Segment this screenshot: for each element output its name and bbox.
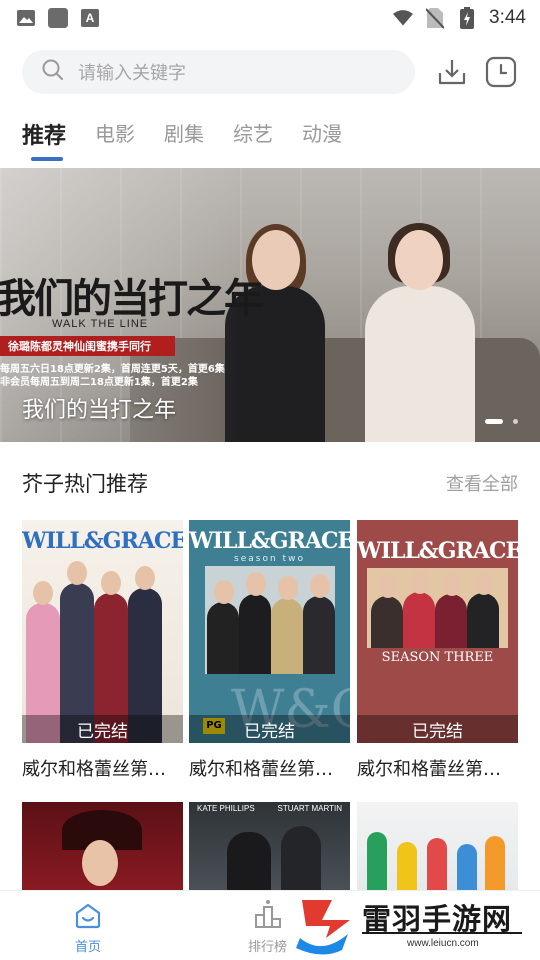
poster-figure — [82, 840, 118, 886]
tab-anime[interactable]: 动漫 — [302, 118, 342, 150]
search-placeholder: 请输入关键字 — [78, 63, 186, 84]
image-icon — [16, 8, 36, 28]
status-left: A — [16, 8, 100, 28]
section-title: 芥子热门推荐 — [22, 472, 148, 496]
poster-subtitle: season two — [234, 554, 305, 564]
history-icon[interactable] — [485, 56, 517, 88]
status-time: 3:44 — [489, 7, 526, 28]
poster-figure — [227, 832, 271, 892]
status-badge: 已完结 — [189, 715, 350, 743]
poster-subtitle: SEASON THREE — [381, 650, 494, 665]
no-sim-icon — [425, 8, 445, 29]
tab-movies[interactable]: 电影 — [95, 118, 135, 150]
show-card[interactable]: WILL&GRACE 已完结 威尔和格蕾丝第… — [22, 520, 183, 781]
poster-caption: KATE PHILLIPS — [197, 804, 255, 813]
watermark-underline — [362, 932, 522, 934]
show-poster: WILL&GRACE SEASON THREE 已完结 — [357, 520, 518, 743]
font-app-icon: A — [80, 8, 100, 28]
show-card[interactable]: KATE PHILLIPS STUART MARTIN — [189, 802, 350, 892]
tab-recommend[interactable]: 推荐 — [22, 118, 67, 161]
svg-text:A: A — [86, 11, 95, 25]
poster-figure — [485, 836, 505, 892]
poster-figure — [457, 844, 477, 892]
banner-person-right — [365, 286, 475, 442]
app-icon — [48, 8, 68, 28]
tab-variety[interactable]: 综艺 — [233, 118, 273, 150]
show-card[interactable]: WILL&GRACE season two W&G PG 已完结 威尔和格蕾丝第… — [189, 520, 350, 781]
poster-caption: STUART MARTIN — [277, 804, 342, 813]
carousel-dot[interactable] — [513, 419, 518, 424]
tab-label: 剧集 — [164, 122, 205, 146]
show-card[interactable] — [357, 802, 518, 892]
tab-label: 推荐 — [22, 124, 67, 149]
download-icon[interactable] — [436, 56, 468, 88]
nav-home[interactable]: 首页 — [74, 903, 102, 955]
show-title: 威尔和格蕾丝第… — [189, 759, 333, 780]
show-title: 威尔和格蕾丝第… — [357, 759, 501, 780]
ranking-icon — [254, 899, 282, 933]
poster-figure — [281, 826, 321, 892]
show-card[interactable] — [22, 802, 183, 892]
status-right: 3:44 — [393, 7, 526, 29]
poster-photo — [205, 566, 335, 674]
nav-label: 首页 — [74, 940, 101, 955]
poster-figure — [427, 838, 447, 892]
watermark-logo-icon — [292, 898, 356, 960]
status-badge: 已完结 — [22, 715, 183, 743]
show-title: 威尔和格蕾丝第… — [22, 759, 166, 780]
nav-ranking[interactable]: 排行榜 — [248, 899, 287, 955]
status-bar: A 3:44 — [0, 0, 540, 36]
show-poster: WILL&GRACE 已完结 — [22, 520, 183, 743]
poster-title: WILL&GRACE — [189, 528, 350, 554]
tab-active-indicator — [31, 157, 63, 161]
show-poster — [22, 802, 183, 892]
show-card[interactable]: WILL&GRACE SEASON THREE 已完结 威尔和格蕾丝第… — [357, 520, 518, 781]
show-poster — [357, 802, 518, 892]
search-input[interactable]: 请输入关键字 — [22, 50, 415, 94]
banner-person-face — [395, 230, 443, 290]
poster-title: WILL&GRACE — [357, 538, 518, 564]
tab-label: 电影 — [95, 122, 136, 146]
wifi-icon — [393, 8, 414, 28]
banner-carousel[interactable]: 我们的当打之年 WALK THE LINE 徐璐陈都灵神仙闺蜜携手同行 每周五六… — [0, 168, 540, 442]
view-all-link[interactable]: 查看全部 — [446, 470, 518, 496]
poster-photo — [367, 568, 508, 648]
watermark-url: www.leiucn.com — [407, 938, 479, 949]
site-watermark: 雷羽手游网 www.leiucn.com — [292, 892, 540, 960]
carousel-dot-active[interactable] — [485, 419, 503, 424]
tab-label: 动漫 — [302, 122, 343, 146]
banner-schedule-note: 非会员每周五到周二18点更新1集，首更2集 — [0, 377, 198, 388]
banner-show-logo-en: WALK THE LINE — [52, 318, 149, 330]
tab-label: 综艺 — [233, 122, 274, 146]
banner-show-logo: 我们的当打之年 — [0, 275, 264, 322]
carousel-indicator — [485, 419, 518, 424]
nav-label: 排行榜 — [248, 940, 288, 955]
poster-figure — [367, 832, 387, 892]
poster-title: WILL&GRACE — [22, 528, 183, 554]
battery-charging-icon — [457, 7, 477, 29]
section-header: 芥子热门推荐 查看全部 — [22, 468, 518, 498]
banner-promo-strip: 徐璐陈都灵神仙闺蜜携手同行 — [0, 336, 175, 356]
status-badge: 已完结 — [357, 715, 518, 743]
category-tabs: 推荐 电影 剧集 综艺 动漫 — [22, 118, 342, 161]
show-poster: KATE PHILLIPS STUART MARTIN — [189, 802, 350, 892]
tab-series[interactable]: 剧集 — [164, 118, 204, 150]
search-icon — [42, 59, 64, 85]
show-poster: WILL&GRACE season two W&G PG 已完结 — [189, 520, 350, 743]
home-icon — [74, 903, 102, 933]
search-row: 请输入关键字 — [22, 50, 518, 94]
banner-title: 我们的当打之年 — [22, 398, 177, 423]
poster-figure — [397, 842, 417, 892]
